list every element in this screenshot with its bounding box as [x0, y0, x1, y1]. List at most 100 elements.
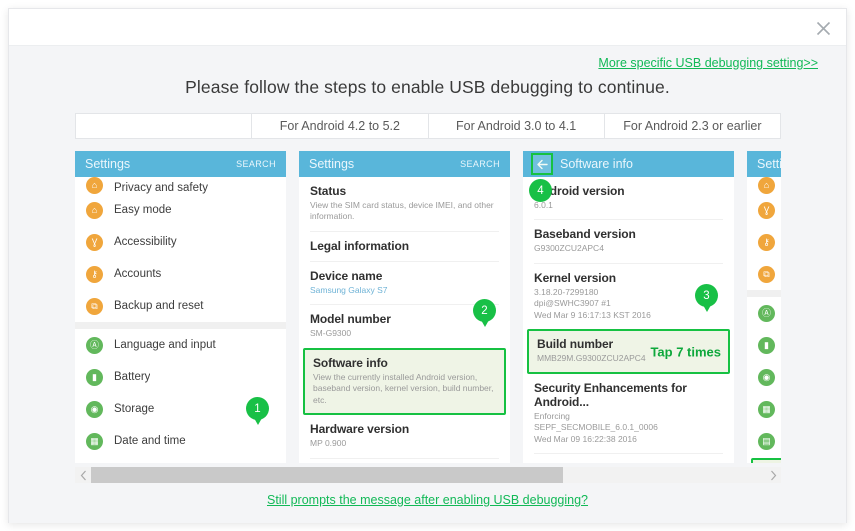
info-row-subtitle: Enforcing SEPF_SECMOBILE_6.0.1_0006 Wed …	[534, 410, 658, 444]
info-row[interactable]: Device name Samsung Galaxy S7	[299, 262, 510, 304]
list-item-label: Language and input	[114, 339, 216, 351]
list-item[interactable]: ▤User manual	[75, 457, 286, 463]
panel1-header-title: Settings	[85, 157, 131, 171]
list-item[interactable]: Ⓐ Language and input	[75, 329, 286, 361]
settings-icon: ⌂	[86, 177, 103, 194]
list-item[interactable]: ⚷Accounts	[747, 226, 781, 258]
info-row-subtitle: View the SIM card status, device IMEI, a…	[310, 200, 494, 222]
panels-horizontal-scrollbar[interactable]	[75, 467, 781, 483]
info-row-title: Device name	[310, 268, 383, 283]
list-item-clipped: ⌂ Privacy and safety	[75, 177, 286, 194]
back-button[interactable]	[531, 153, 553, 175]
accessibility-icon: Ɣ	[86, 233, 103, 251]
tab-label: For Android 3.0 to 4.1	[456, 119, 577, 133]
list-item[interactable]: ▦Date and time	[747, 393, 781, 425]
panel2-header: Settings SEARCH	[299, 151, 510, 177]
list-item[interactable]: ⌂ Easy mode	[75, 194, 286, 226]
scrollbar-track[interactable]	[91, 467, 765, 483]
info-row-title: Kernel version	[534, 270, 616, 285]
info-row[interactable]: Baseband version G9300ZCU2APC4	[523, 220, 734, 262]
panel2-header-title: Settings	[309, 157, 355, 171]
panel3-back-group[interactable]: Software info	[531, 153, 633, 175]
accessibility-icon: Ɣ	[758, 201, 775, 219]
close-icon	[816, 21, 830, 35]
panel4-header: Settings	[747, 151, 781, 177]
list-item-label: Storage	[114, 403, 155, 415]
info-row-subtitle: 6.0.1	[534, 200, 553, 210]
tap-seven-times-label: Tap 7 times	[650, 344, 721, 360]
list-divider	[75, 322, 286, 329]
info-row[interactable]: Status View the SIM card status, device I…	[299, 177, 510, 231]
scroll-right-arrow[interactable]	[765, 467, 781, 483]
backup-icon: ⧉	[86, 297, 103, 315]
page-title: Please follow the steps to enable USB de…	[185, 77, 670, 97]
list-item[interactable]: ▮Battery	[747, 329, 781, 361]
info-row-highlighted[interactable]: Build number MMB29M.G9300ZCU2APC4 Tap 7 ti…	[527, 329, 730, 374]
chevron-left-icon	[80, 470, 86, 480]
step-panel-2: Settings SEARCH Status View the SIM card …	[299, 151, 510, 463]
list-item-label: Battery	[114, 371, 151, 383]
tab-android-3[interactable]: For Android 2.3 or earlier	[604, 113, 781, 139]
developer-icon: ()	[764, 462, 781, 463]
scroll-left-arrow[interactable]	[75, 467, 91, 483]
key-icon: ⚷	[86, 265, 103, 283]
storage-icon: ◉	[86, 400, 103, 418]
info-row-title: Baseband version	[534, 227, 636, 242]
language-icon: Ⓐ	[758, 304, 775, 322]
list-item[interactable]: ▤User manual	[747, 425, 781, 457]
info-row-subtitle: View the currently installed Android ver…	[313, 371, 494, 405]
scrollbar-thumb[interactable]	[91, 467, 563, 483]
info-row-subtitle: SM-G9300	[310, 328, 352, 339]
steps-panel-strip: Settings SEARCH ⌂ Privacy and safety ⌂ Easy…	[75, 151, 781, 463]
panel3-header: Software info	[523, 151, 734, 177]
tab-android-1[interactable]: For Android 4.2 to 5.2	[252, 113, 429, 139]
panel4-header-title: Settings	[757, 157, 781, 171]
info-row-title: Hardware version	[310, 422, 410, 437]
step-badge-1: 1	[246, 397, 269, 425]
info-row-title: Android version	[534, 184, 625, 198]
list-item[interactable]: ⚷ Accounts	[75, 258, 286, 290]
step-panel-4: Settings ⌂Easy modeƔAccessibility⚷Accoun…	[747, 151, 781, 463]
info-row[interactable]: Battery infoView your device's battery s…	[299, 459, 510, 463]
battery-icon: ▮	[86, 368, 103, 386]
tab-android-2[interactable]: For Android 3.0 to 4.1	[428, 113, 605, 139]
list-item-highlighted[interactable]: ()Developer options	[751, 458, 781, 463]
panel1-search-label[interactable]: SEARCH	[236, 159, 276, 169]
list-item[interactable]: ◉Storage	[747, 361, 781, 393]
still-prompts-link[interactable]: Still prompts the message after enabling…	[9, 493, 846, 507]
info-row-title: KNOX version	[534, 461, 723, 463]
calendar-icon: ▦	[86, 432, 103, 450]
list-item[interactable]: ƔAccessibility	[75, 226, 286, 258]
list-divider	[747, 290, 781, 297]
info-row-title: Software info	[313, 355, 388, 370]
storage-icon: ◉	[758, 368, 775, 386]
info-row[interactable]: Android version 6.0.1	[523, 177, 734, 219]
calendar-icon: ▦	[758, 400, 775, 418]
info-row[interactable]: Hardware version MP 0.900	[299, 415, 510, 457]
info-row-highlighted[interactable]: Software info View the currently installe…	[303, 347, 506, 416]
list-item-label: Accounts	[114, 268, 162, 280]
panel2-search-label[interactable]: SEARCH	[460, 159, 500, 169]
info-row[interactable]: Legal information	[299, 232, 510, 261]
list-item[interactable]: ▮ Battery	[75, 361, 286, 393]
close-button[interactable]	[810, 15, 836, 41]
more-specific-setting-link[interactable]: More specific USB debugging setting>>	[598, 56, 818, 70]
list-item[interactable]: ▦ Date and time	[75, 425, 286, 457]
list-item[interactable]: ƔAccessibility	[747, 194, 781, 226]
list-item[interactable]: ⒶLanguage and input	[747, 297, 781, 329]
info-row[interactable]: KNOX versionKNOX 2.6 Standard SDK 5.6.0 …	[523, 454, 734, 463]
backup-icon: ⧉	[758, 265, 775, 283]
list-item[interactable]: ⧉Backup and reset	[75, 290, 286, 322]
tab-label: For Android 4.2 to 5.2	[279, 119, 400, 133]
info-row-subtitle: Samsung Galaxy S7	[310, 284, 388, 295]
list-item[interactable]: ⧉Backup and reset	[747, 258, 781, 290]
tab-android-0[interactable]: For Android 6.0 or later	[75, 113, 253, 139]
info-row[interactable]: Security Enhancements for Android... Enfo…	[523, 374, 734, 453]
manual-icon: ▤	[758, 432, 775, 450]
home-icon: ⌂	[86, 201, 103, 219]
language-icon: Ⓐ	[86, 336, 103, 354]
panel3-info-list: Android version 6.0.1 Baseband version G930…	[523, 177, 734, 463]
key-icon: ⚷	[758, 233, 775, 251]
step-panel-3: Software info Android version 6.0.1 Baseba…	[523, 151, 734, 463]
list-item-label: Date and time	[114, 435, 186, 447]
